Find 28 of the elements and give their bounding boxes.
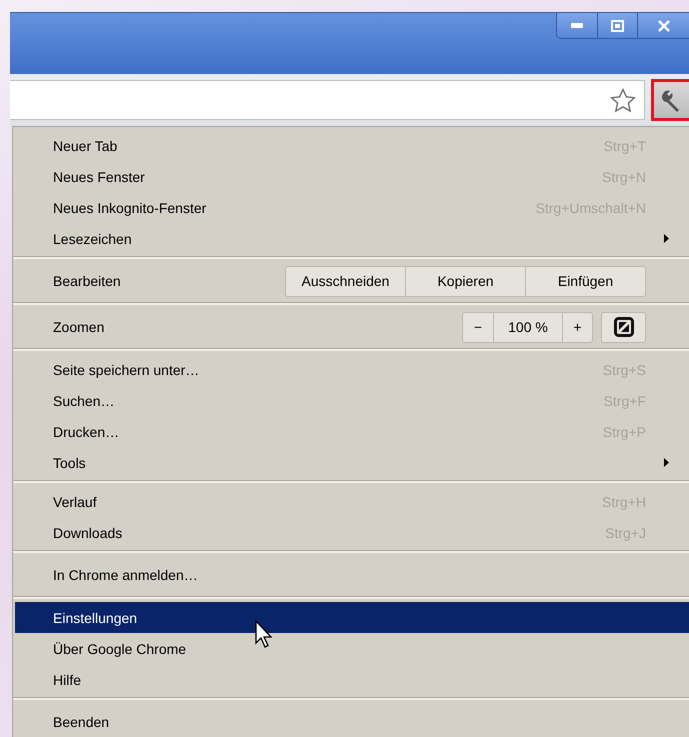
close-icon xyxy=(658,20,670,32)
edit-button[interactable]: Einfügen xyxy=(525,266,645,296)
fullscreen-button[interactable] xyxy=(601,312,646,342)
zoom-out-button[interactable]: − xyxy=(463,312,493,342)
address-field[interactable] xyxy=(10,80,645,120)
menu-item[interactable]: In Chrome anmelden… xyxy=(15,556,689,594)
submenu-arrow-icon xyxy=(664,234,669,243)
close-button[interactable] xyxy=(637,13,689,38)
menu-item[interactable]: Lesezeichen xyxy=(15,223,689,254)
edit-button[interactable]: Kopieren xyxy=(405,266,525,296)
minimize-button[interactable] xyxy=(557,13,597,38)
maximize-button[interactable] xyxy=(597,13,637,38)
menu-item[interactable]: Einstellungen xyxy=(15,602,689,633)
edit-button[interactable]: Ausschneiden xyxy=(286,266,405,296)
menu-item[interactable]: Über Google Chrome xyxy=(15,633,689,664)
maximize-icon xyxy=(611,20,624,32)
menu-item[interactable]: Beenden xyxy=(15,703,689,737)
submenu-arrow-icon xyxy=(664,458,669,467)
menu-label: Zoomen xyxy=(53,319,106,335)
fullscreen-icon xyxy=(614,317,634,337)
wrench-menu-button[interactable] xyxy=(651,79,689,121)
star-icon[interactable] xyxy=(610,88,636,112)
menu-label: Bearbeiten xyxy=(53,273,122,289)
zoom-level: 100 % xyxy=(493,312,562,342)
minimize-icon xyxy=(571,22,583,28)
menu-item[interactable]: Tools xyxy=(15,447,689,478)
zoom-in-button[interactable]: + xyxy=(562,312,592,342)
menu-item[interactable]: Hilfe xyxy=(15,664,689,695)
